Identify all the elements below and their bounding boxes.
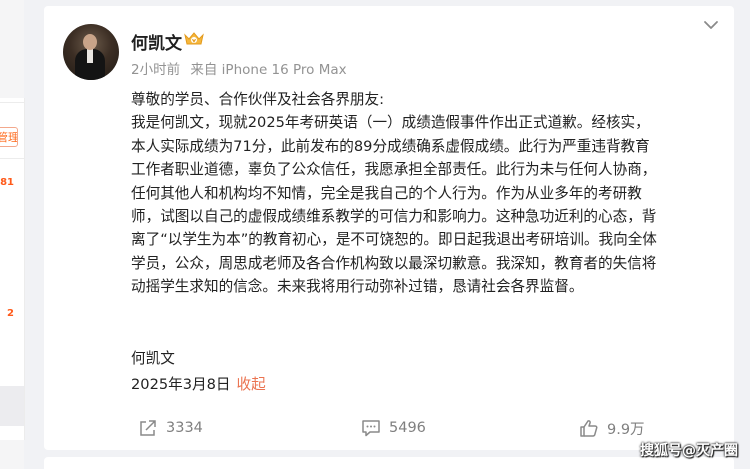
post-body: 尊敬的学员、合作伙伴及社会各界朋友: 我是何凯文，现就2025年考研英语（一）成… (131, 88, 731, 299)
next-post-card (44, 457, 734, 469)
avatar-figure-shirt (87, 49, 93, 63)
post-line: 本人实际成绩为71分，此前发布的89分成绩确系虚假成绩。此行为严重违背教育 (131, 137, 650, 155)
comment-button[interactable]: 5496 (361, 417, 426, 439)
verified-badge-icon (184, 32, 204, 45)
post-line: 任何其他人和机构均不知情，完全是我自己的个人行为。作为从业多年的考研教 (131, 184, 642, 202)
left-sidebar-panel (0, 98, 25, 440)
post-line: 学员，公众，周思成老师及各合作机构致以最深切歉意。我深知，教育者的失信将 (131, 254, 657, 272)
unread-badge: 81 (0, 177, 14, 188)
comment-count: 5496 (389, 420, 426, 436)
comment-icon (362, 420, 380, 437)
signed-date-text: 2025年3月8日 (131, 376, 231, 393)
thumbs-up-icon (580, 420, 598, 437)
post-action-bar: 3334 5496 9.9万 (44, 413, 734, 443)
author-name[interactable]: 何凯文 (131, 29, 182, 54)
forward-count: 3334 (166, 420, 203, 436)
sidebar-shaded-item[interactable] (0, 386, 24, 426)
post-line: 我是何凯文，现就2025年考研英语（一）成绩造假事件作出正式道歉。经核实， (131, 114, 650, 132)
post-signature: 何凯文 (131, 350, 175, 367)
like-button[interactable]: 9.9万 (579, 417, 645, 439)
forward-icon (140, 420, 156, 436)
post-line: 离了“以学生为本”的教育初心，是不可饶恕的。即日起我退出考研培训。我向全体 (131, 231, 657, 249)
source-watermark: 搜狐号@灭产圈 (640, 443, 738, 459)
avatar[interactable] (63, 24, 119, 80)
post-source: 来自 iPhone 16 Pro Max (190, 62, 347, 78)
post-line: 尊敬的学员、合作伙伴及社会各界朋友: (131, 91, 385, 108)
unread-badge: 2 (7, 308, 14, 319)
post-line: 动摇学生求知的信念。未来我将用行动弥补过错，恳请社会各界监督。 (131, 278, 584, 296)
post-signed-date: 2025年3月8日 收起 (131, 373, 266, 394)
post-time[interactable]: 2小时前 (131, 62, 180, 78)
divider (0, 158, 24, 159)
forward-button[interactable]: 3334 (138, 417, 203, 439)
post-line: 师，试图以自己的虚假成绩维系教学的可信力和影响力。这种急功近利的心态，背 (131, 208, 657, 226)
like-count: 9.9万 (607, 421, 645, 438)
post-meta: 2小时前 来自 iPhone 16 Pro Max (131, 58, 353, 78)
post-line: 工作者职业道德，辜负了公众信任，我愿承担全部责任。此行为未与任何人协商， (131, 161, 657, 179)
chevron-down-icon[interactable] (703, 19, 719, 31)
manage-button[interactable]: 管理 (0, 127, 18, 147)
divider (0, 102, 24, 103)
collapse-link[interactable]: 收起 (237, 376, 266, 393)
avatar-figure-head (83, 34, 97, 50)
